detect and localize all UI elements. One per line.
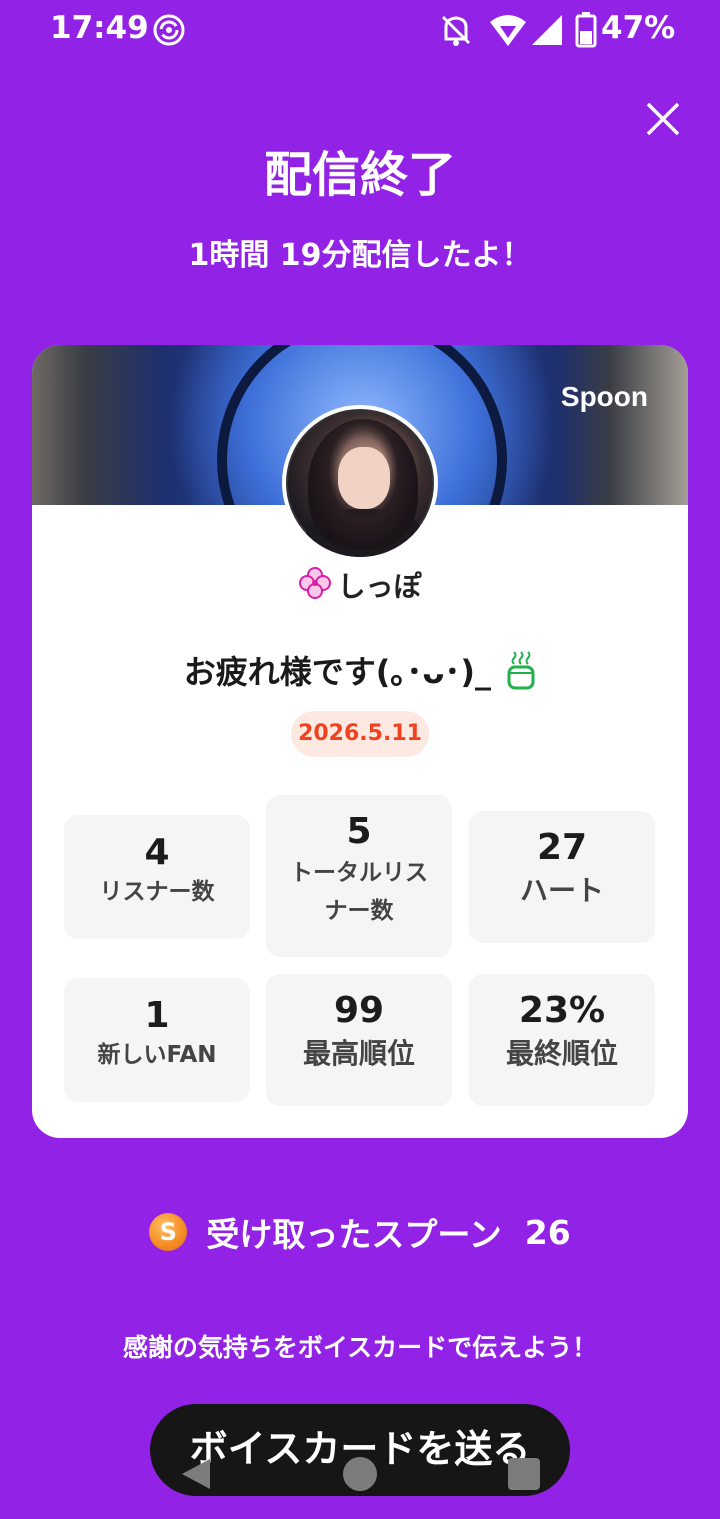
mute-icon	[440, 13, 472, 51]
stat-final-rank: 23% 最終順位	[469, 974, 655, 1106]
date-badge: 2026.5.11	[291, 711, 429, 757]
stat-value: 4	[144, 832, 170, 873]
status-time: 17:49	[50, 10, 149, 46]
wifi-icon	[488, 12, 528, 52]
spoons-received-label: 受け取ったスプーン	[206, 1215, 502, 1254]
signal-icon	[530, 13, 564, 51]
battery-percent: 47%	[601, 10, 676, 46]
live-title: お疲れ様です(｡･ᴗ･)_	[32, 647, 688, 698]
stat-value: 99	[333, 990, 385, 1031]
stat-new-fans: 1 新しいFAN	[64, 978, 250, 1102]
avatar[interactable]	[282, 405, 438, 561]
back-icon[interactable]	[178, 1457, 212, 1495]
stat-label: 新しいFAN	[97, 1042, 217, 1068]
stat-value: 23%	[518, 990, 606, 1031]
avatar-face	[338, 447, 390, 509]
spoon-logo: Spoon	[560, 381, 648, 412]
username: しっぽ	[337, 570, 422, 603]
summary-card: Spoon しっぽ お疲れ様です(｡･ᴗ･)_ 2026.5.11 4 リスナー…	[32, 345, 688, 1138]
stat-label: ハート	[519, 874, 604, 907]
stat-value: 1	[144, 995, 170, 1036]
stat-label: トータルリス ナー数	[290, 860, 428, 924]
stat-highest-rank: 99 最高順位	[266, 974, 452, 1106]
home-icon[interactable]	[343, 1457, 377, 1491]
status-bar: 17:49 47%	[0, 0, 720, 60]
stat-label: リスナー数	[99, 879, 215, 905]
spoons-received-row: S 受け取ったスプーン 26	[0, 1208, 720, 1258]
recents-icon[interactable]	[508, 1458, 540, 1490]
live-title-text: お疲れ様です(｡･ᴗ･)_	[183, 653, 492, 691]
stat-hearts: 27 ハート	[469, 811, 655, 943]
stat-listeners: 4 リスナー数	[64, 815, 250, 939]
stat-total-listeners: 5 トータルリス ナー数	[266, 795, 452, 957]
page-title: 配信終了	[263, 147, 456, 203]
stat-value: 27	[536, 827, 588, 868]
stat-label: 最終順位	[505, 1037, 618, 1070]
system-nav-bar	[0, 1440, 720, 1519]
stat-label: 最高順位	[302, 1037, 415, 1070]
thanks-message: 感謝の気持ちをボイスカードで伝えよう！	[122, 1333, 598, 1362]
spoon-coin-icon: S	[149, 1213, 188, 1251]
stat-value: 5	[346, 811, 372, 852]
hotspot-icon	[152, 13, 186, 51]
tea-cup-icon	[506, 650, 536, 698]
clover-icon	[298, 566, 332, 604]
spoons-received-count: 26	[524, 1212, 571, 1252]
broadcast-duration: 1時間 19分配信したよ！	[188, 238, 532, 273]
battery-icon	[575, 12, 597, 52]
username-row: しっぽ	[32, 565, 688, 605]
